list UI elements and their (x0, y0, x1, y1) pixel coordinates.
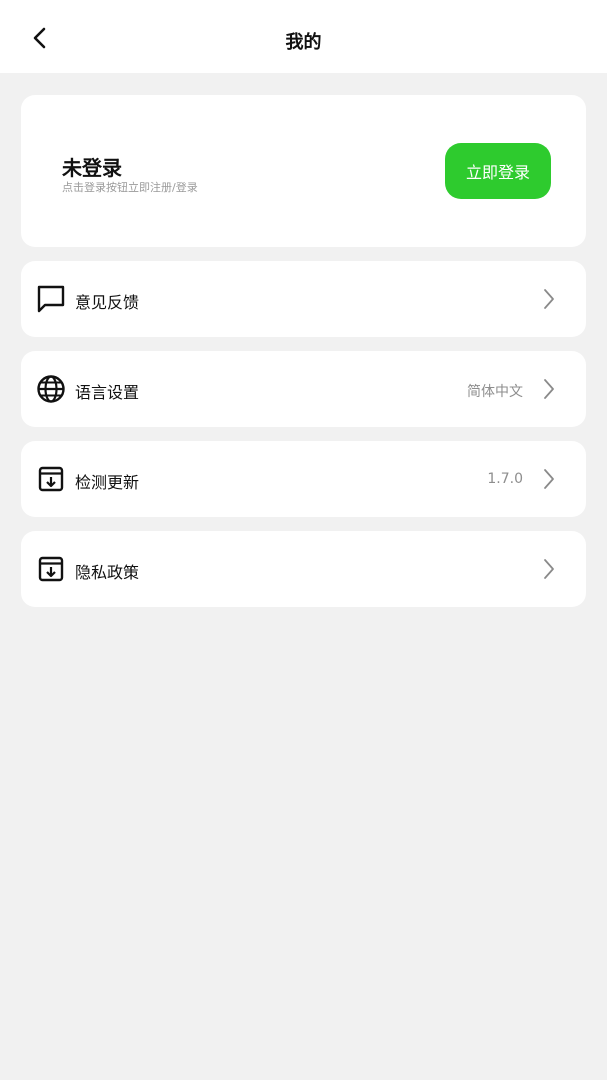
page-title: 我的 (285, 32, 322, 53)
menu-item-check-update[interactable]: 检测更新 1.7.0 (21, 441, 586, 517)
login-button[interactable]: 立即登录 (445, 143, 551, 199)
menu-item-privacy-policy[interactable]: 隐私政策 (21, 531, 586, 607)
globe-icon (35, 373, 67, 405)
menu-item-value: 1.7.0 (487, 471, 523, 487)
header-bar: 我的 (0, 0, 607, 73)
chevron-right-icon (542, 557, 556, 581)
login-status-title: 未登录 (62, 156, 122, 180)
menu-item-label: 语言设置 (75, 383, 140, 402)
login-card: 未登录 点击登录按钮立即注册/登录 立即登录 (21, 95, 586, 247)
login-hint-text: 点击登录按钮立即注册/登录 (62, 181, 198, 194)
download-box-icon (35, 463, 67, 495)
menu-item-label: 意见反馈 (75, 293, 140, 312)
chevron-right-icon (542, 467, 556, 491)
chat-bubble-icon (35, 283, 67, 315)
menu-item-label: 检测更新 (75, 473, 140, 492)
download-box-icon (35, 553, 67, 585)
chevron-right-icon (542, 287, 556, 311)
menu-item-language[interactable]: 语言设置 简体中文 (21, 351, 586, 427)
chevron-right-icon (542, 377, 556, 401)
menu-item-value: 简体中文 (467, 384, 523, 400)
menu-item-label: 隐私政策 (75, 563, 140, 582)
menu-item-feedback[interactable]: 意见反馈 (21, 261, 586, 337)
